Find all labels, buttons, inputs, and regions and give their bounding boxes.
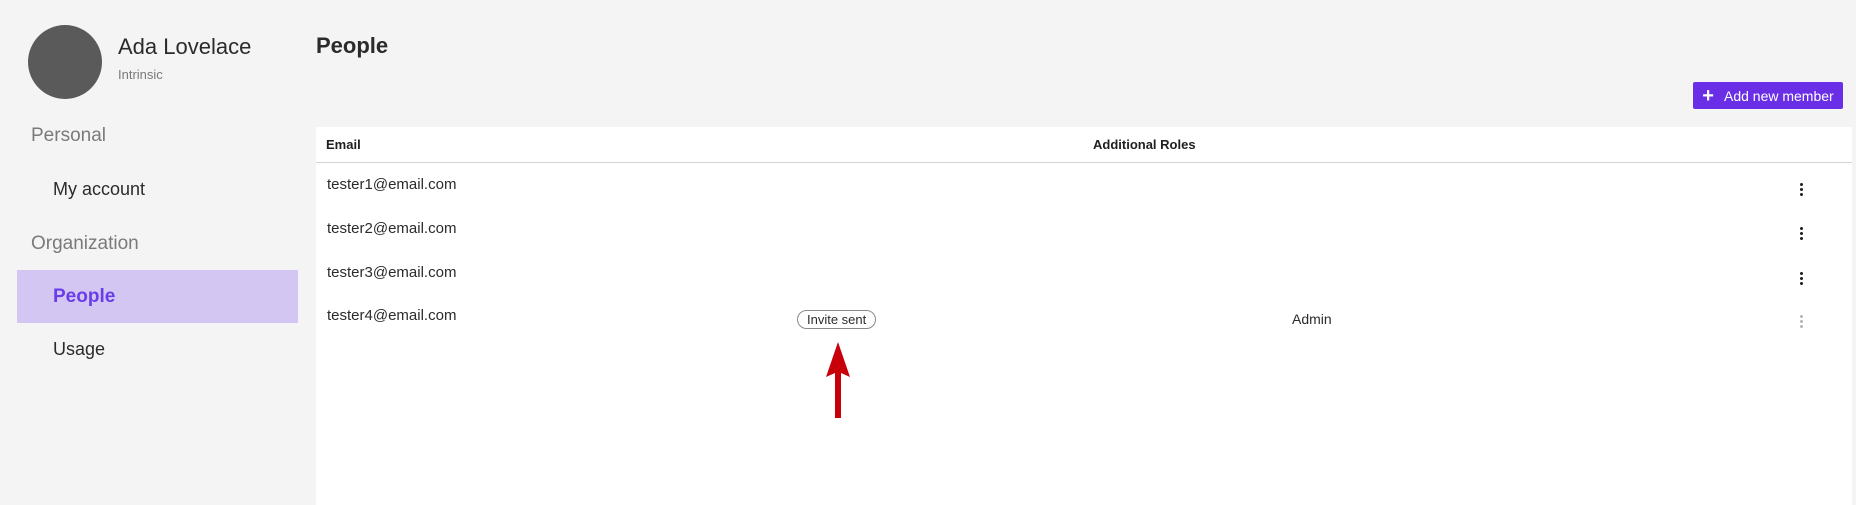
sidebar-item-usage[interactable]: Usage	[17, 323, 298, 376]
table-row[interactable]: tester2@email.com	[316, 220, 1852, 262]
section-label-personal: Personal	[31, 125, 106, 146]
sidebar-item-label: My account	[53, 179, 146, 199]
email-cell: tester3@email.com	[327, 264, 457, 281]
role-cell: Admin	[1292, 311, 1332, 327]
more-options-icon[interactable]	[1795, 267, 1807, 289]
profile-name: Ada Lovelace	[118, 34, 252, 59]
more-options-icon[interactable]	[1795, 178, 1807, 200]
app-window: Ada Lovelace Intrinsic Personal My accou…	[0, 0, 1856, 505]
table-row[interactable]: tester1@email.com	[316, 176, 1852, 218]
email-cell: tester1@email.com	[327, 176, 457, 193]
section-label-organization: Organization	[31, 233, 139, 254]
sidebar-item-my-account[interactable]: My account	[17, 163, 298, 216]
plus-icon: +	[1702, 84, 1714, 107]
more-options-icon[interactable]	[1795, 310, 1807, 332]
sidebar-item-label: Usage	[53, 339, 106, 359]
sidebar-item-people[interactable]: People	[17, 270, 298, 323]
people-table: Email Additional Roles tester1@email.com…	[316, 127, 1852, 505]
column-header-email[interactable]: Email	[326, 137, 361, 152]
add-new-member-button[interactable]: + Add new member	[1693, 82, 1843, 109]
email-cell: tester4@email.com	[327, 307, 457, 324]
more-options-icon[interactable]	[1795, 222, 1807, 244]
table-header: Email Additional Roles	[316, 127, 1852, 163]
table-row[interactable]: tester4@email.com Invite sent Admin	[316, 307, 1852, 349]
column-header-additional-roles[interactable]: Additional Roles	[1093, 137, 1196, 152]
sidebar: Ada Lovelace Intrinsic Personal My accou…	[0, 0, 310, 505]
profile-org: Intrinsic	[118, 67, 163, 82]
page-title: People	[316, 33, 389, 58]
user-profile: Ada Lovelace Intrinsic	[28, 25, 251, 99]
sidebar-item-label: People	[53, 285, 116, 307]
table-row[interactable]: tester3@email.com	[316, 264, 1852, 306]
annotation-arrow-icon	[826, 342, 850, 418]
profile-text: Ada Lovelace Intrinsic	[118, 33, 251, 82]
invite-status-badge: Invite sent	[797, 310, 877, 329]
email-cell: tester2@email.com	[327, 220, 457, 237]
avatar[interactable]	[28, 25, 102, 99]
add-new-member-label: Add new member	[1723, 87, 1834, 104]
